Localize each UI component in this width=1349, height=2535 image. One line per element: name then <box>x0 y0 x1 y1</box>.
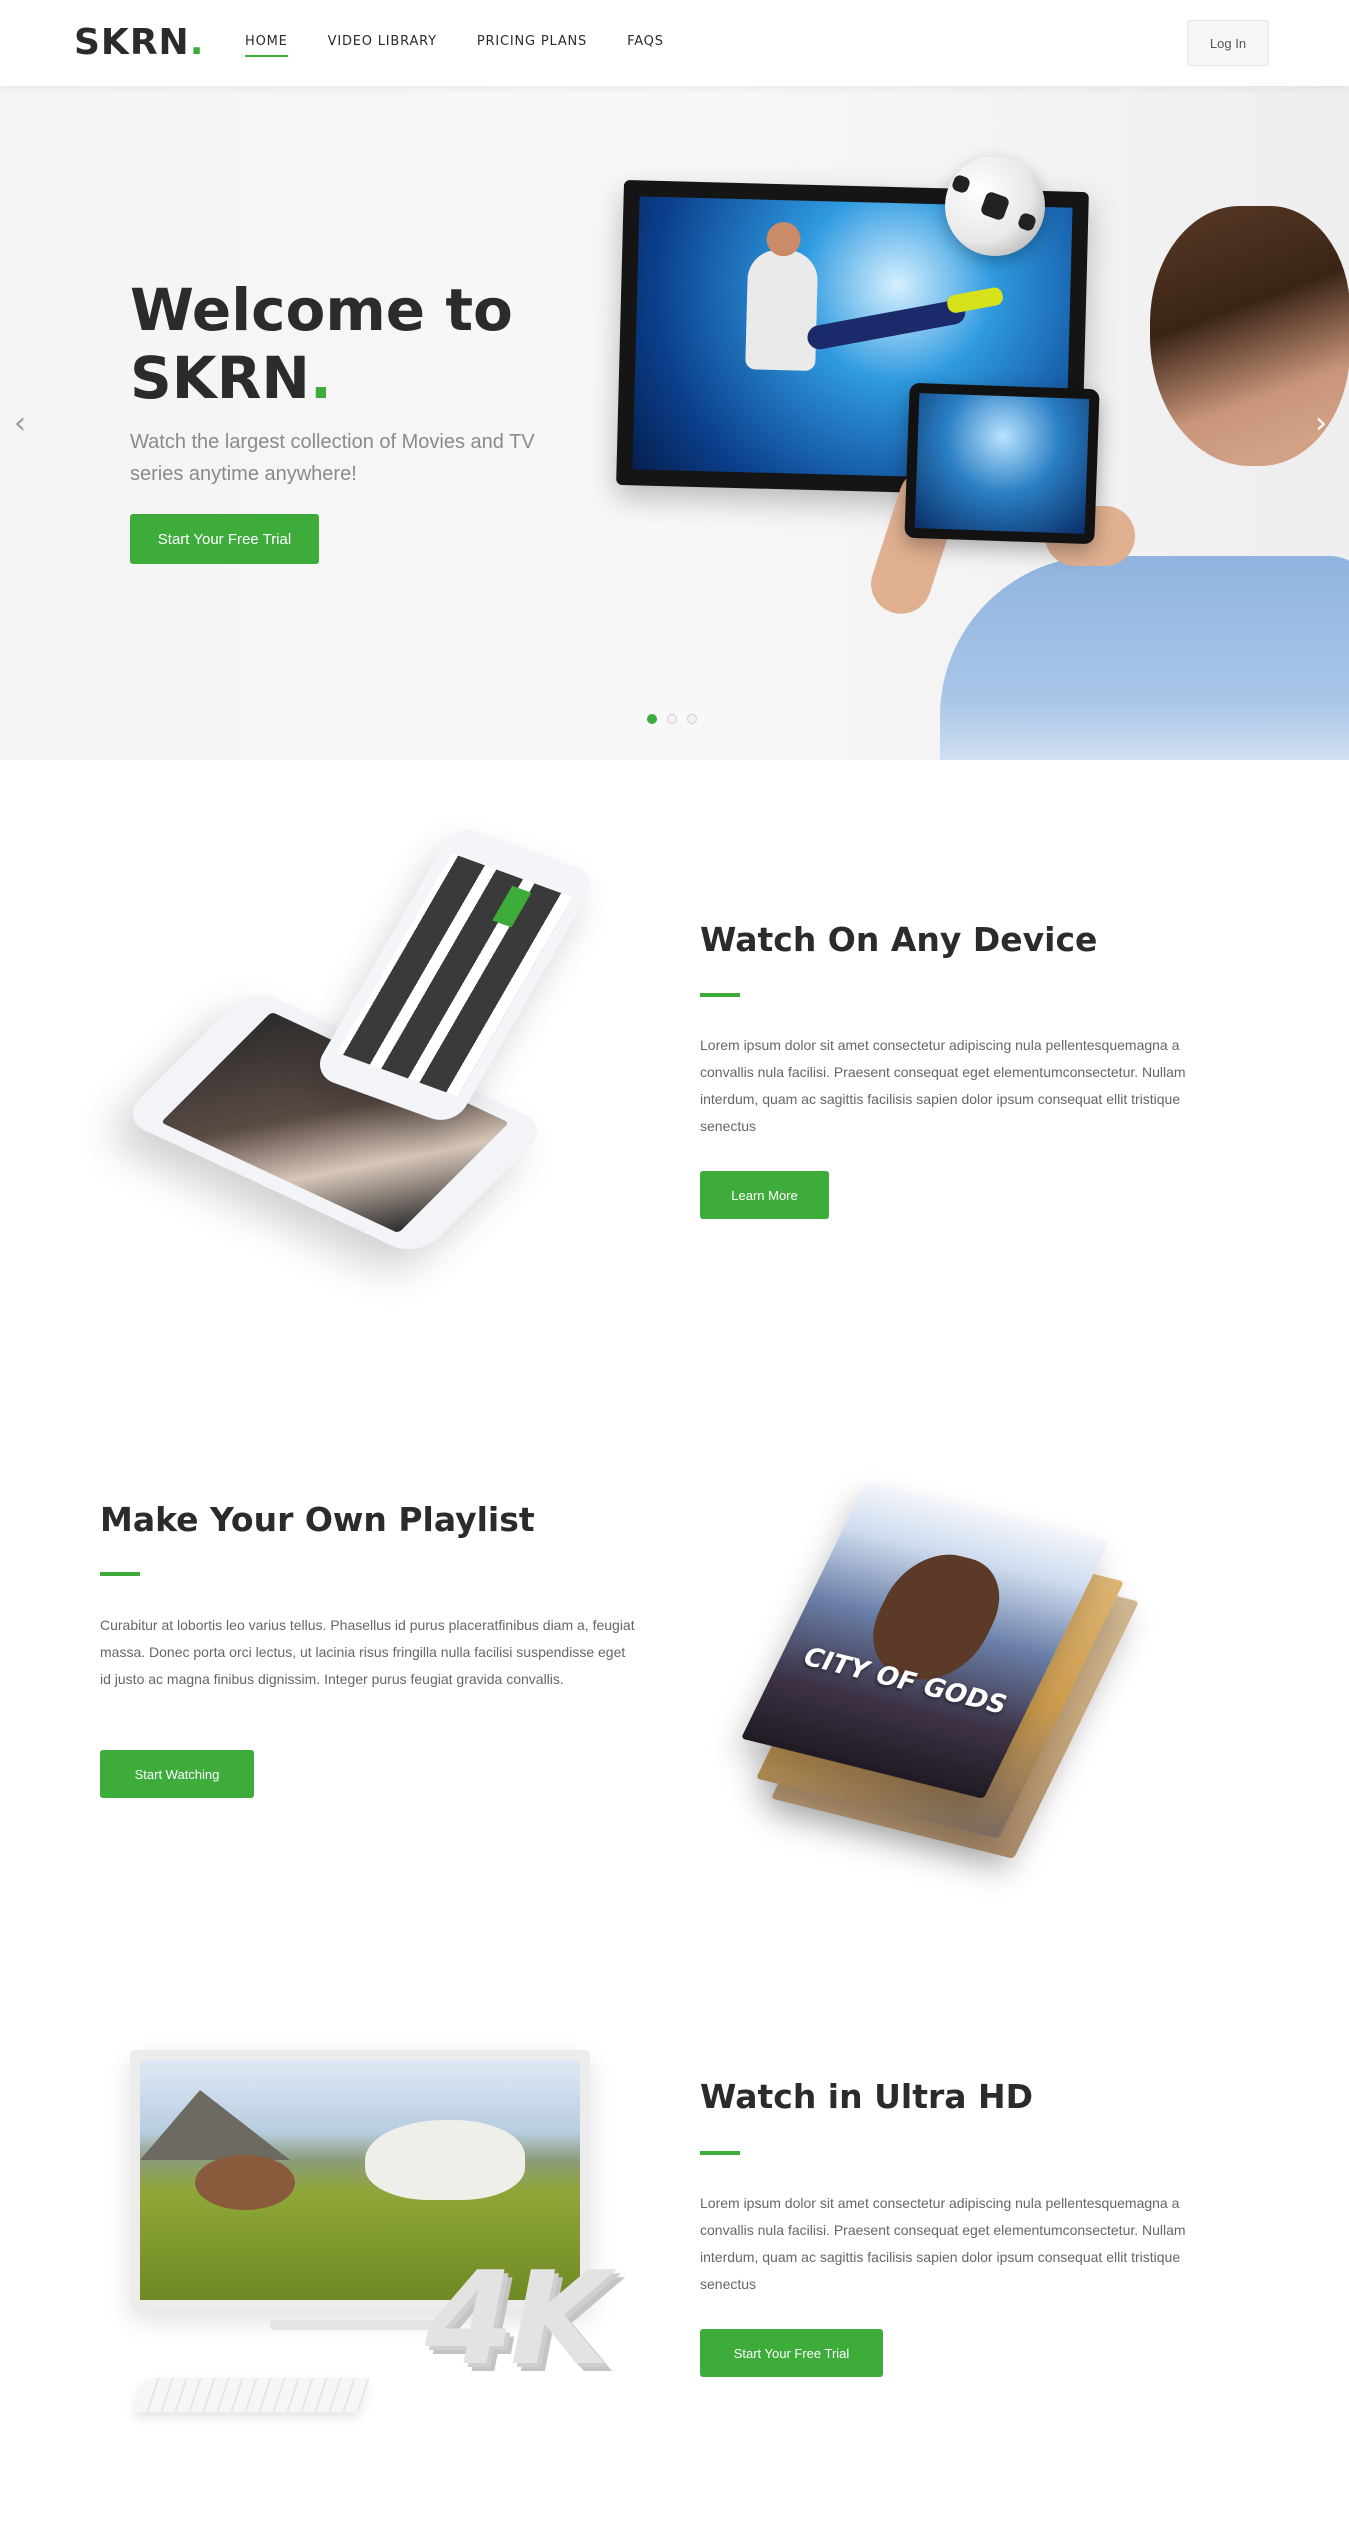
hero-free-trial-button[interactable]: Start Your Free Trial <box>130 514 319 564</box>
brand-logo[interactable]: SKRN. <box>74 22 204 63</box>
feature-text: Lorem ipsum dolor sit amet consectetur a… <box>700 2195 1186 2292</box>
free-trial-button[interactable]: Start Your Free Trial <box>700 2329 883 2377</box>
hero-title: Welcome to SKRN. <box>130 276 513 412</box>
brand-dot: . <box>189 22 205 63</box>
site-header: SKRN. HOME VIDEO LIBRARY PRICING PLANS F… <box>0 0 1349 86</box>
login-button[interactable]: Log In <box>1187 20 1269 66</box>
start-watching-button[interactable]: Start Watching <box>100 1750 254 1798</box>
main-nav: HOME VIDEO LIBRARY PRICING PLANS FAQS <box>245 34 704 57</box>
feature-title: Watch On Any Device <box>700 920 1098 959</box>
feature-title: Make Your Own Playlist <box>100 1500 535 1539</box>
slider-dot-3[interactable] <box>687 714 697 724</box>
chevron-left-icon[interactable]: ‹ <box>14 406 26 441</box>
tablet-image <box>904 382 1100 545</box>
slider-dots <box>647 714 697 724</box>
nav-item-faqs[interactable]: FAQS <box>627 34 664 57</box>
brand-name: SKRN <box>74 22 190 63</box>
hero-subtitle: Watch the largest collection of Movies a… <box>130 431 535 485</box>
nav-item-home[interactable]: HOME <box>245 34 288 57</box>
chevron-right-icon[interactable]: › <box>1315 406 1327 441</box>
title-underline <box>700 2151 740 2155</box>
soccer-ball-image <box>945 156 1045 256</box>
title-underline <box>700 993 740 997</box>
keyboard-image <box>134 2378 371 2412</box>
slider-dot-1[interactable] <box>647 714 657 724</box>
feature-title: Watch in Ultra HD <box>700 2077 1034 2116</box>
hero-slider: Welcome to SKRN. Watch the largest colle… <box>0 86 1349 760</box>
learn-more-button[interactable]: Learn More <box>700 1171 829 1219</box>
4k-badge: 4K <box>425 2245 609 2394</box>
slider-dot-2[interactable] <box>667 714 677 724</box>
nav-item-video-library[interactable]: VIDEO LIBRARY <box>328 34 437 57</box>
title-underline <box>100 1572 140 1576</box>
feature-text: Lorem ipsum dolor sit amet consectetur a… <box>700 1037 1186 1134</box>
feature-text: Curabitur at lobortis leo varius tellus.… <box>100 1617 635 1687</box>
nav-item-pricing-plans[interactable]: PRICING PLANS <box>477 34 587 57</box>
